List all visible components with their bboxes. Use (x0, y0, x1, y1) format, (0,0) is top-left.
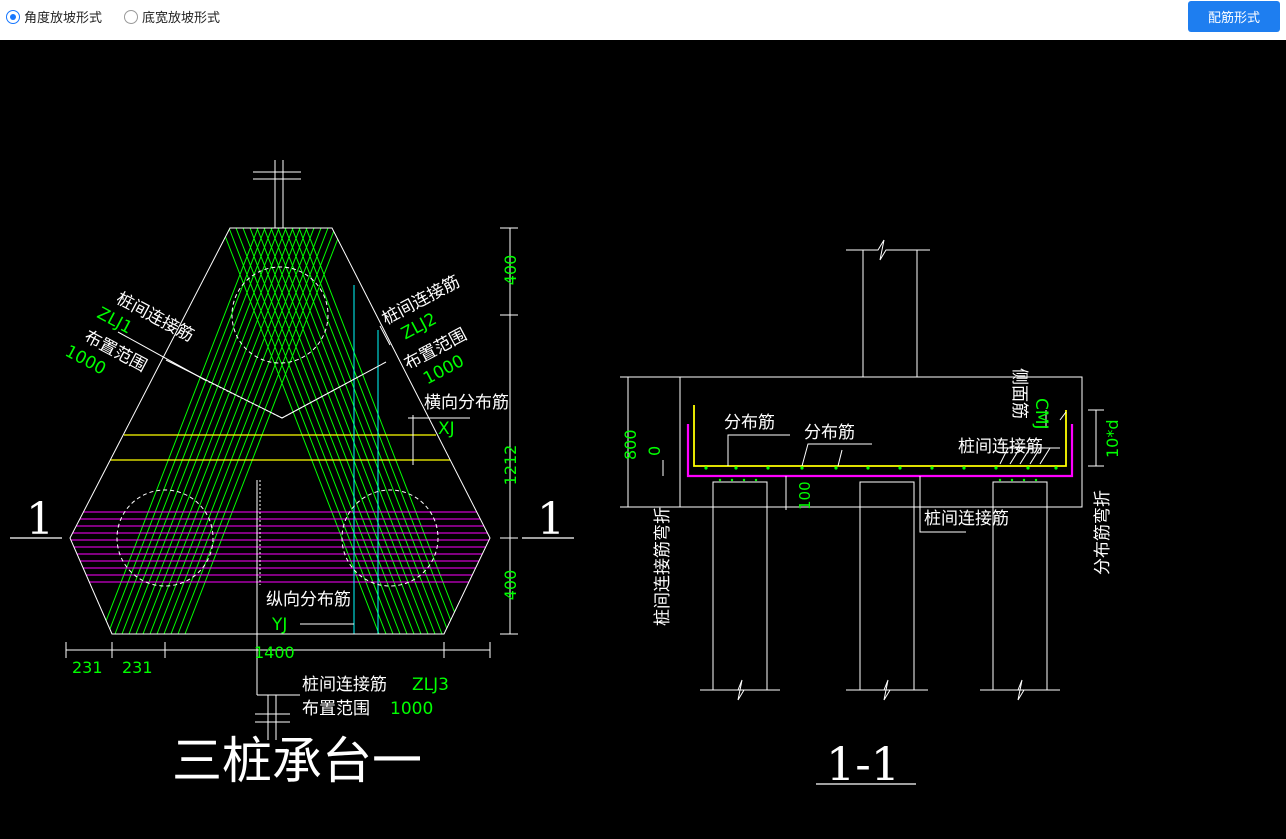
section-column (846, 239, 930, 377)
zlj3-range-label: 布置范围 (302, 699, 370, 719)
dim-right-bottom: 400 (501, 570, 520, 601)
xj-name: 横向分布筋 (424, 393, 509, 413)
radio-width-slope-label: 底宽放坡形式 (142, 11, 221, 26)
radio-unchecked-icon[interactable] (124, 9, 138, 24)
section-mark-right: 1 (537, 494, 565, 545)
dim-bottom-2: 231 (122, 658, 153, 677)
column-stub-top (253, 160, 301, 228)
plan-leaders (117, 325, 470, 696)
plan-view: 1 1 桩间连接筋 ZLJ1 布置范围 1000 桩间连接筋 ZLJ2 布置范围… (10, 160, 574, 790)
xj-yellow-lines (110, 434, 450, 461)
section-dist-bend-label: 分布筋弯折 (1093, 490, 1113, 575)
section-mark-left: 1 (26, 494, 54, 545)
section-tie-bend-label: 桩间连接筋弯折 (653, 507, 673, 626)
xj-code: XJ (438, 419, 455, 439)
section-dist-bend-length: 10*d (1103, 419, 1122, 458)
toolbar: 角度放坡形式 底宽放坡形式 配筋形式 (0, 0, 1286, 40)
radio-angle-slope[interactable]: 角度放坡形式 (6, 7, 102, 26)
dim-right-middle: 1212 (501, 445, 520, 486)
dim-bottom-3: 1400 (254, 643, 295, 662)
section-dist-label-1: 分布筋 (724, 413, 775, 433)
section-side-label: 侧面筋 (1009, 368, 1029, 419)
radio-checked-icon[interactable] (6, 9, 20, 24)
section-dim-height: 800 (621, 429, 640, 460)
zlj3-magenta-lines (70, 511, 490, 583)
section-dim-embed: 100 (796, 481, 814, 510)
zlj3-code: ZLJ3 (412, 675, 449, 695)
section-dim-cover: 0 (645, 446, 664, 456)
section-dist-label-2: 分布筋 (804, 423, 855, 443)
section-title: 1-1 (826, 737, 900, 791)
radio-width-slope[interactable]: 底宽放坡形式 (124, 7, 220, 26)
zlj-green-bands (100, 228, 464, 634)
radio-angle-slope-label: 角度放坡形式 (24, 11, 103, 26)
zlj3-range-value: 1000 (390, 699, 433, 719)
reinforcement-form-button[interactable]: 配筋形式 (1188, 1, 1280, 32)
cad-drawing-canvas: 1 1 桩间连接筋 ZLJ1 布置范围 1000 桩间连接筋 ZLJ2 布置范围… (0, 40, 1286, 839)
yj-name: 纵向分布筋 (266, 590, 351, 610)
zlj3-name: 桩间连接筋 (302, 675, 387, 695)
section-tie-label-top: 桩间连接筋 (958, 437, 1043, 457)
dim-right-top: 400 (501, 255, 520, 286)
dim-bottom-1: 231 (72, 658, 103, 677)
section-tie-label-bottom: 桩间连接筋 (924, 509, 1009, 529)
section-leaders (727, 410, 1067, 533)
section-view: 分布筋 分布筋 桩间连接筋 桩间连接筋 侧面筋 CMJ 桩间连接筋弯折 分布筋弯… (620, 239, 1122, 791)
plan-title: 三桩承台一 (172, 732, 422, 790)
zlj1-range-group: 布置范围 1000 (61, 327, 150, 380)
yj-code: YJ (271, 615, 287, 635)
section-bar-dots (704, 466, 1058, 482)
cad-drawing: 1 1 桩间连接筋 ZLJ1 布置范围 1000 桩间连接筋 ZLJ2 布置范围… (10, 160, 1122, 791)
section-side-code: CMJ (1031, 398, 1051, 430)
